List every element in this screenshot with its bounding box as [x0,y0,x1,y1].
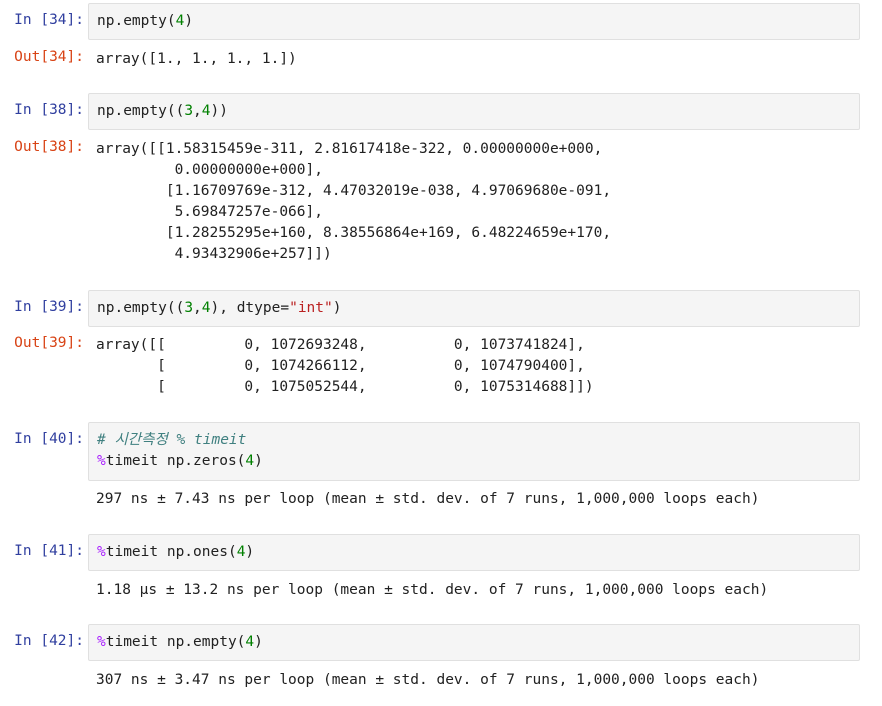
code-string: "int" [289,300,333,316]
code-text: , [193,300,202,316]
code-number: 4 [245,453,255,469]
magic-symbol: % [97,634,106,650]
in-prompt: In [39]: [14,299,84,315]
code-input[interactable]: # 시간측정 % timeit %timeit np.zeros(4) [88,422,860,481]
code-number: 4 [175,13,185,29]
code-number: 3 [184,103,194,119]
cell-output: 297 ns ± 7.43 ns per loop (mean ± std. d… [96,491,760,507]
in-prompt: In [40]: [14,431,84,447]
cell-output: array([1., 1., 1., 1.]) [96,51,297,67]
code-text: timeit np.ones( [105,544,237,560]
magic-symbol: % [97,453,106,469]
out-prompt: Out[39]: [14,335,84,351]
code-text: ), dtype= [210,300,290,316]
code-text: np.empty(( [97,300,185,316]
out-prompt: Out[34]: [14,49,84,65]
code-comment: # 시간측정 % timeit [97,432,247,448]
code-number: 4 [201,300,211,316]
cell-output: 307 ns ± 3.47 ns per loop (mean ± std. d… [96,672,760,688]
code-input[interactable]: %timeit np.empty(4) [88,624,860,661]
cell-output: array([[ 0, 1072693248, 0, 1073741824], … [96,337,594,395]
code-text: timeit np.zeros( [105,453,246,469]
code-input[interactable]: np.empty((3,4)) [88,93,860,130]
magic-symbol: % [97,544,106,560]
in-prompt: In [41]: [14,543,84,559]
code-text: ) [254,634,263,650]
code-text: ) [184,13,194,29]
code-number: 4 [201,103,211,119]
code-text: ) [245,544,255,560]
in-prompt: In [34]: [14,12,84,28]
code-text: timeit np.empty( [105,634,246,650]
code-input[interactable]: %timeit np.ones(4) [88,534,860,571]
code-text: np.empty(( [97,103,185,119]
code-text: ) [254,453,263,469]
code-text: )) [210,103,228,119]
code-input[interactable]: np.empty((3,4), dtype="int") [88,290,860,327]
code-text: , [193,103,202,119]
cell-output: 1.18 µs ± 13.2 ns per loop (mean ± std. … [96,582,769,598]
in-prompt: In [38]: [14,102,84,118]
cell-output: array([[1.58315459e-311, 2.81617418e-322… [96,141,612,262]
code-input[interactable]: np.empty(4) [88,3,860,40]
out-prompt: Out[38]: [14,139,84,155]
code-text: ) [332,300,342,316]
in-prompt: In [42]: [14,633,84,649]
code-number: 3 [184,300,194,316]
code-number: 4 [245,634,255,650]
code-text: np.empty( [97,13,176,29]
